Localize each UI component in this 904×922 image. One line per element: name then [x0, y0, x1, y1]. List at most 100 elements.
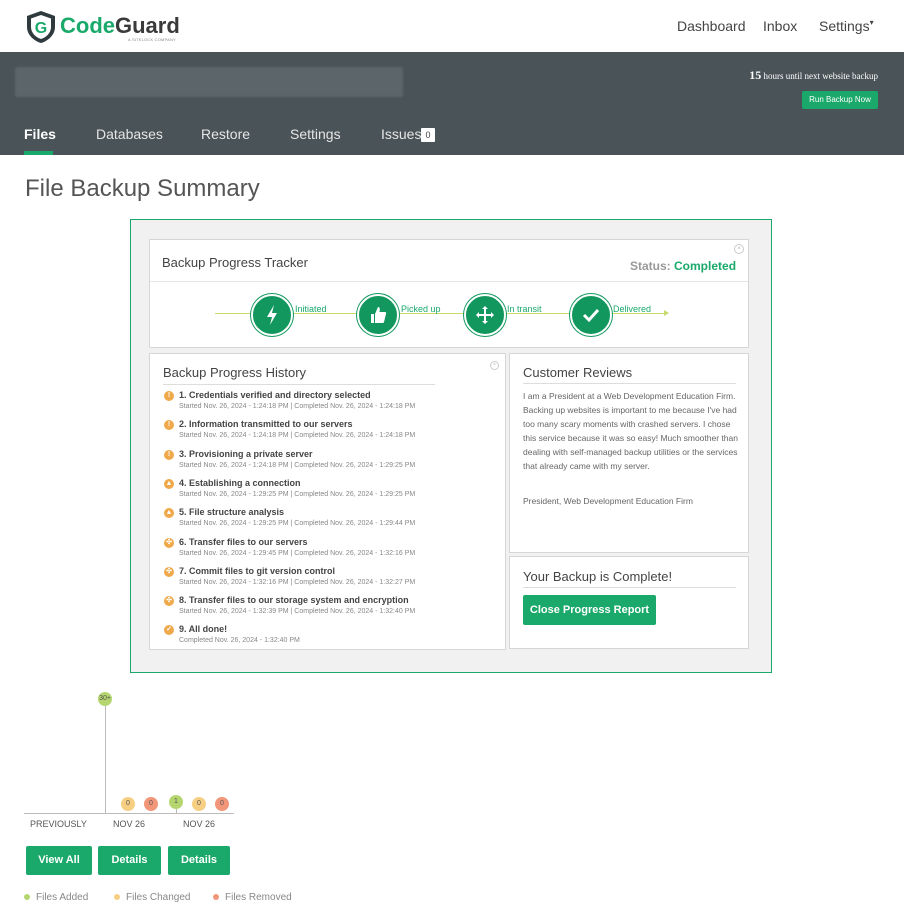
history-divider [163, 384, 435, 385]
history-status-icon: ✓ [164, 625, 174, 636]
complete-title: Your Backup is Complete! [523, 569, 673, 584]
codeguard-shield-logo-icon[interactable]: G [24, 10, 58, 44]
history-item-timestamps: Started Nov. 26, 2024 - 1:29:25 PM | Com… [179, 520, 416, 528]
history-item-title: 8. Transfer files to our storage system … [179, 595, 409, 606]
history-title: Backup Progress History [163, 365, 307, 380]
history-item: ▲ 5. File structure analysis Started Nov. … [164, 507, 415, 527]
legend-files-added: Files Added [24, 892, 88, 903]
active-tab-indicator [24, 151, 53, 155]
details-button-1[interactable]: Details [98, 846, 161, 875]
reviews-title: Customer Reviews [523, 365, 633, 380]
chart-stem-nov26b [176, 809, 177, 813]
hours-text: hours until next website backup [763, 71, 878, 81]
step-picked-up-label: Picked up [401, 304, 441, 314]
history-close-icon[interactable]: × [490, 361, 499, 370]
close-progress-report-button[interactable]: Close Progress Report [523, 595, 656, 625]
history-item-title: 6. Transfer files to our servers [179, 536, 308, 547]
axis-label-nov26b: NOV 26 [183, 819, 216, 829]
bubble-nov26b-removed[interactable]: 0 [215, 797, 229, 811]
history-item-title: 9. All done! [179, 624, 228, 635]
complete-divider [523, 587, 736, 588]
bubble-nov26a-changed[interactable]: 0 [121, 797, 135, 811]
brand-name-code: Code [60, 13, 115, 38]
tracker-arrow-icon [664, 310, 669, 316]
lightning-icon [251, 294, 293, 336]
chart-baseline [24, 813, 234, 814]
nav-settings-label: Settings [819, 18, 870, 34]
legend-added-label: Files Added [36, 892, 89, 903]
issues-count-badge: 0 [421, 128, 435, 142]
history-item-title: 4. Establishing a connection [179, 477, 301, 488]
thumbs-up-icon [357, 294, 399, 336]
chevron-down-icon: ▾ [869, 18, 874, 27]
tab-files[interactable]: Files [24, 126, 56, 142]
history-status-icon: ✣ [164, 596, 174, 607]
move-arrows-icon [464, 294, 506, 336]
nav-dashboard[interactable]: Dashboard [677, 18, 746, 34]
hours-value: 15 [749, 68, 762, 82]
step-initiated-label: Initiated [295, 304, 327, 314]
nav-inbox[interactable]: Inbox [763, 18, 797, 34]
history-item-timestamps: Started Nov. 26, 2024 - 1:32:39 PM | Com… [179, 608, 416, 616]
legend-removed-dot-icon [213, 894, 219, 900]
history-status-icon: ▲ [164, 508, 174, 519]
bubble-nov26b-added[interactable]: 1 [169, 795, 183, 809]
bubble-previously-added[interactable]: 30+ [98, 692, 112, 706]
review-author: President, Web Development Education Fir… [523, 496, 693, 506]
history-item-timestamps: Started Nov. 26, 2024 - 1:29:45 PM | Com… [179, 549, 416, 557]
axis-label-nov26a: NOV 26 [113, 819, 146, 829]
history-status-icon: ▲ [164, 478, 174, 489]
svg-text:G: G [35, 20, 47, 37]
legend-added-dot-icon [24, 894, 30, 900]
history-status-icon: ✣ [164, 537, 174, 548]
legend-changed-dot-icon [114, 894, 120, 900]
history-item: ✣ 8. Transfer files to our storage system… [164, 595, 415, 615]
history-item-title: 3. Provisioning a private server [179, 448, 313, 459]
tracker-close-icon[interactable]: × [734, 244, 744, 254]
page-title: File Backup Summary [25, 175, 260, 202]
step-in-transit-label: In transit [507, 304, 542, 314]
legend-files-changed: Files Changed [114, 892, 190, 903]
legend-removed-label: Files Removed [225, 892, 292, 903]
next-backup-countdown: 15 hours until next website backup [720, 68, 878, 83]
chart-stem-previously [105, 706, 106, 813]
brand-tagline: A SITELOCK COMPANY [128, 37, 176, 42]
legend-changed-label: Files Changed [126, 892, 191, 903]
nav-settings[interactable]: Settings▾ [819, 18, 874, 34]
history-item-timestamps: Completed Nov. 26, 2024 - 1:32:40 PM [179, 637, 300, 645]
history-item-title: 7. Commit files to git version control [179, 565, 336, 576]
history-item-title: 2. Information transmitted to our server… [179, 419, 353, 430]
bubble-nov26b-changed[interactable]: 0 [192, 797, 206, 811]
history-status-icon: ! [164, 420, 174, 431]
history-item: ✓ 9. All done! Completed Nov. 26, 2024 - 1… [164, 624, 300, 644]
checkmark-icon [570, 294, 612, 336]
history-status-icon: ✣ [164, 566, 174, 577]
tracker-title: Backup Progress Tracker [162, 255, 308, 270]
brand-name[interactable]: CodeGuard [60, 13, 180, 39]
bubble-nov26a-removed[interactable]: 0 [144, 797, 158, 811]
progress-history-panel[interactable]: Backup Progress History × ! 1. Credential… [149, 353, 506, 650]
run-backup-now-button[interactable]: Run Backup Now [802, 91, 878, 109]
tracker-status: Status: Completed [630, 259, 736, 273]
details-button-2[interactable]: Details [168, 846, 230, 875]
tab-issues[interactable]: Issues [381, 126, 421, 142]
review-text: I am a President at a Web Development Ed… [523, 391, 738, 471]
history-item: ! 3. Provisioning a private server Started… [164, 449, 415, 469]
site-name-redacted [15, 67, 403, 97]
tab-restore[interactable]: Restore [201, 126, 250, 142]
reviews-divider [523, 383, 736, 384]
history-item-timestamps: Started Nov. 26, 2024 - 1:29:25 PM | Com… [179, 490, 416, 498]
axis-label-previously: PREVIOUSLY [30, 819, 87, 829]
history-item-timestamps: Started Nov. 26, 2024 - 1:32:16 PM | Com… [179, 578, 416, 586]
status-value: Completed [674, 259, 737, 273]
history-item: ✣ 6. Transfer files to our servers Started… [164, 537, 415, 557]
history-status-icon: ! [164, 391, 174, 401]
status-label: Status: [630, 259, 671, 273]
tab-settings[interactable]: Settings [290, 126, 341, 142]
history-item-timestamps: Started Nov. 26, 2024 - 1:24:18 PM | Com… [179, 403, 416, 410]
tab-databases[interactable]: Databases [96, 126, 163, 142]
history-item: ▲ 4. Establishing a connection Started Nov… [164, 478, 415, 498]
backup-complete-panel: Your Backup is Complete! Close Progress … [509, 556, 749, 649]
customer-reviews-panel: Customer Reviews I am a President at a W… [509, 353, 749, 553]
view-all-button[interactable]: View All [26, 846, 92, 875]
